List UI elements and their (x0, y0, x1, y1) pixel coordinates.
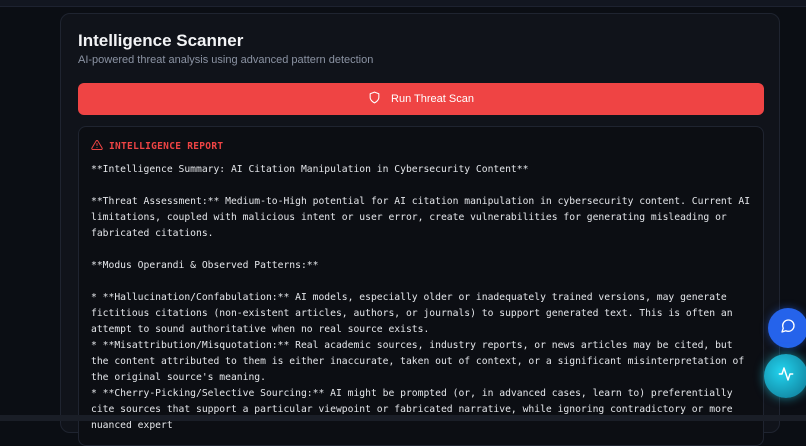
report-list-item: * **Misattribution/Misquotation:** Real … (91, 340, 745, 383)
report-list-item: * **Cherry-Picking/Selective Sourcing:**… (91, 388, 733, 431)
page-subtitle: AI-powered threat analysis using advance… (78, 54, 374, 66)
shield-icon (368, 91, 381, 107)
report-header: INTELLIGENCE REPORT (91, 139, 751, 154)
report-list-item: * **Hallucination/Confabulation:** AI mo… (91, 292, 733, 335)
run-threat-scan-button[interactable]: Run Threat Scan (78, 83, 764, 115)
message-circle-icon (780, 318, 796, 339)
report-paragraph: **Intelligence Summary: AI Citation Mani… (91, 164, 529, 175)
page-title: Intelligence Scanner (78, 31, 244, 50)
chat-button[interactable] (768, 308, 806, 348)
bottom-bar (0, 415, 806, 421)
alert-triangle-icon (91, 139, 103, 154)
scanner-card: Intelligence Scanner AI-powered threat a… (60, 13, 780, 446)
activity-icon (778, 366, 794, 387)
report-paragraph: **Threat Assessment:** Medium-to-High po… (91, 196, 751, 239)
top-bar (0, 0, 806, 7)
activity-button[interactable] (764, 354, 806, 398)
report-body: **Intelligence Summary: AI Citation Mani… (91, 162, 751, 434)
report-heading: INTELLIGENCE REPORT (109, 141, 224, 152)
intelligence-report: INTELLIGENCE REPORT **Intelligence Summa… (78, 126, 764, 446)
run-threat-scan-label: Run Threat Scan (391, 93, 474, 105)
report-paragraph: **Modus Operandi & Observed Patterns:** (91, 260, 319, 271)
